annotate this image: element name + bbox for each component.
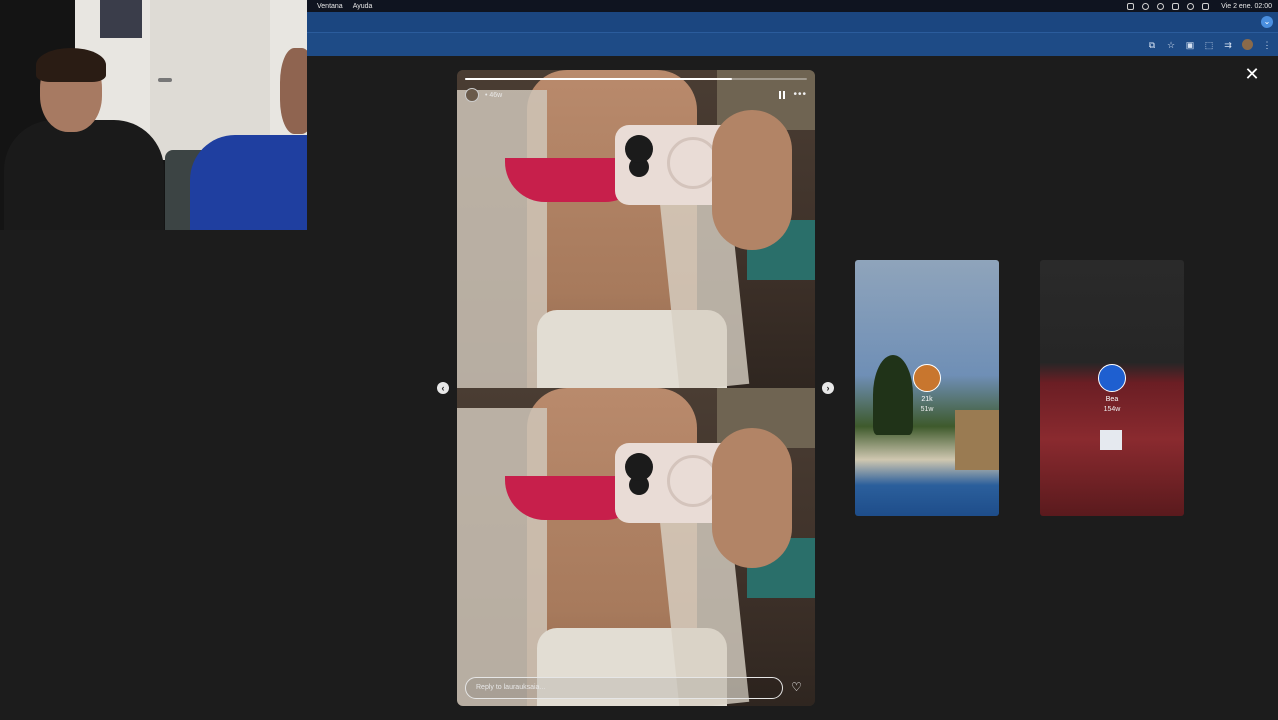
webcam-poster <box>100 0 142 38</box>
photo-robe <box>457 408 547 706</box>
pause-icon[interactable] <box>779 91 786 99</box>
close-icon[interactable]: ✕ <box>1243 65 1261 83</box>
preview-stage-light <box>1100 430 1122 450</box>
previous-story-icon[interactable]: ‹ <box>437 382 449 394</box>
reply-input[interactable]: Reply to laurauksaia... <box>465 677 783 699</box>
profile-avatar[interactable] <box>1242 39 1253 50</box>
story-header-actions: ••• <box>779 90 807 100</box>
screenshot-icon[interactable]: ⧉ <box>1147 40 1157 50</box>
moon-icon[interactable] <box>1157 2 1165 10</box>
preview-username: 21k <box>921 396 933 403</box>
extension-icon[interactable]: ▣ <box>1185 40 1195 50</box>
tab-search-chevron-icon[interactable]: ⌄ <box>1261 16 1273 28</box>
preview-palm-tree <box>873 355 913 435</box>
browser-toolbar: ⧉ ☆ ▣ ⬚ ⇉ ⋮ <box>307 32 1278 56</box>
webcam-person-left-hair <box>36 48 106 82</box>
photo-hand <box>712 110 792 250</box>
webcam-person-right <box>190 135 307 230</box>
heart-icon[interactable]: ♡ <box>790 681 803 694</box>
preview-avatar <box>1098 364 1126 392</box>
cast-icon[interactable]: ⇉ <box>1223 40 1233 50</box>
menu-item-ayuda[interactable]: Ayuda <box>353 3 373 10</box>
puzzle-icon[interactable]: ⬚ <box>1204 40 1214 50</box>
preview-timestamp: 51w <box>920 406 934 413</box>
photo-hand <box>712 428 792 568</box>
story-preview-1[interactable]: 21k 51w <box>855 260 999 516</box>
story-author-avatar[interactable] <box>465 88 479 102</box>
screen: Ventana Ayuda Vie 2 ene. 02:00 ⌄ ⧉ ☆ ▣ ⬚… <box>0 0 1278 720</box>
menu-bar: Ventana Ayuda Vie 2 ene. 02:00 <box>307 0 1278 12</box>
menubar-clock[interactable]: Vie 2 ene. 02:00 <box>1221 3 1272 10</box>
preview-playground <box>955 410 999 470</box>
preview-timestamp: 154w <box>1103 406 1121 413</box>
kebab-menu-icon[interactable]: ⋮ <box>1262 40 1272 50</box>
story-progress-bar <box>465 78 807 80</box>
story-timestamp: • 46w <box>485 91 503 99</box>
photo-robe <box>457 90 547 388</box>
webcam-person-right-head <box>280 48 307 134</box>
focus-icon[interactable] <box>1142 2 1150 10</box>
story-header: • 46w ••• <box>465 87 807 103</box>
story-progress-fill <box>465 78 732 80</box>
wifi-off-icon[interactable] <box>1172 2 1180 10</box>
story-photo-top <box>457 70 815 388</box>
browser-tabstrip: ⌄ <box>307 12 1278 32</box>
menu-item-ventana[interactable]: Ventana <box>317 3 343 10</box>
more-options-icon[interactable]: ••• <box>793 90 807 100</box>
story-preview-2[interactable]: Bea 154w <box>1040 260 1184 516</box>
screen-record-icon[interactable] <box>1127 2 1135 10</box>
story-photo-bottom <box>457 388 815 706</box>
status-area: Vie 2 ene. 02:00 <box>1127 0 1272 12</box>
search-icon[interactable] <box>1187 2 1195 10</box>
story-viewer[interactable]: • 46w ••• Reply to laurauksaia... ♡ <box>457 70 815 706</box>
preview-username: Bea <box>1105 396 1119 403</box>
preview-avatar <box>913 364 941 392</box>
next-story-icon[interactable]: › <box>822 382 834 394</box>
star-icon[interactable]: ☆ <box>1166 40 1176 50</box>
webcam-overlay <box>0 0 307 230</box>
webcam-person-left <box>4 120 164 230</box>
webcam-door-handle <box>158 78 172 82</box>
control-center-icon[interactable] <box>1202 2 1210 10</box>
toolbar-actions: ⧉ ☆ ▣ ⬚ ⇉ ⋮ <box>1147 39 1272 50</box>
